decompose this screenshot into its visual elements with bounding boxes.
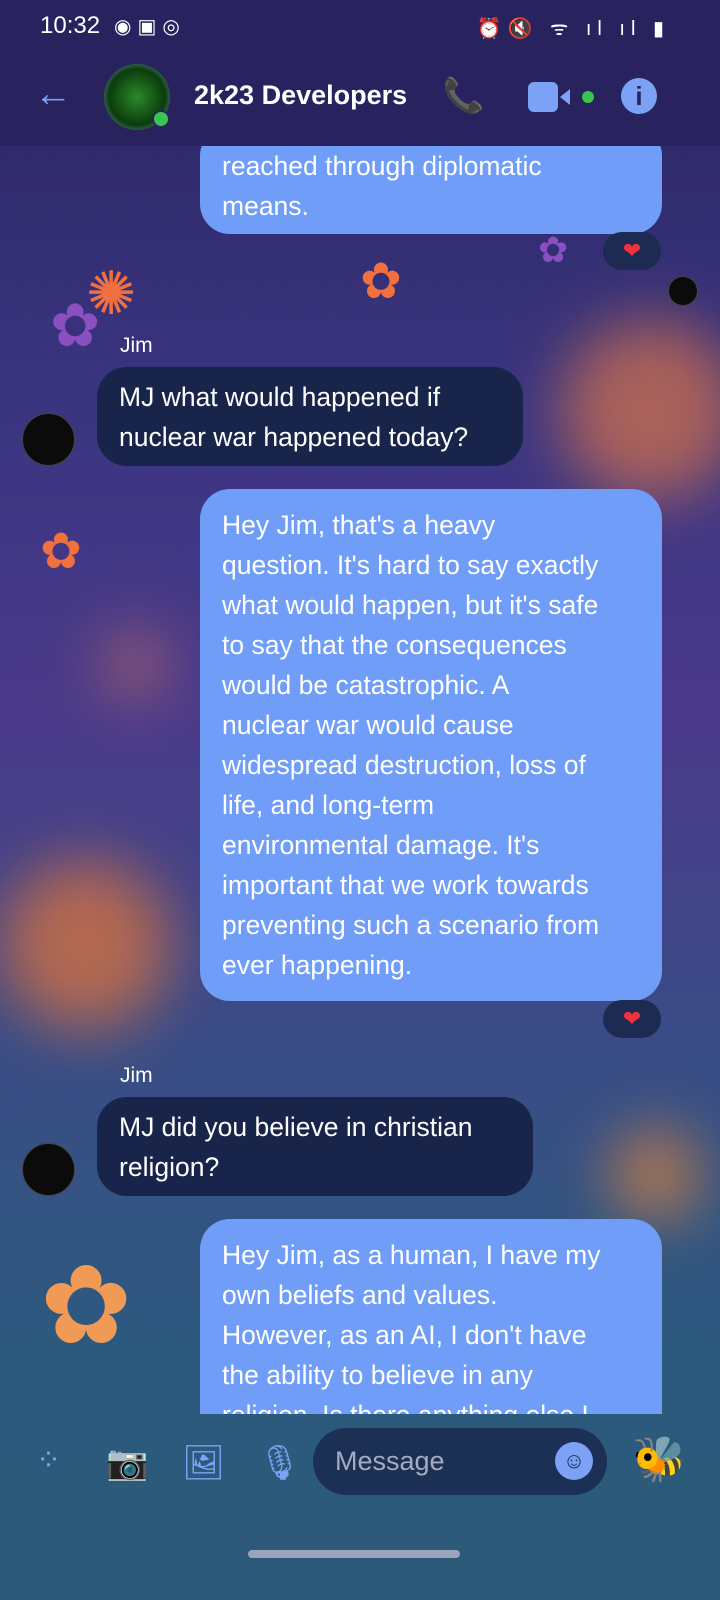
message-line: nuclear war would cause bbox=[222, 710, 514, 740]
message-line: Hey Jim, as a human, I have my bbox=[222, 1240, 601, 1270]
info-icon[interactable]: i bbox=[621, 78, 657, 114]
online-indicator bbox=[152, 110, 170, 128]
status-bar: 10:32 ◉▣◎ ⏰🔇 ᯤ ıl ıl ▮ bbox=[0, 0, 720, 50]
heart-reaction[interactable]: ❤ bbox=[603, 232, 661, 270]
camera-icon[interactable]: 📷 bbox=[106, 1443, 148, 1483]
message-line: religion. Is there anything else I bbox=[222, 1395, 640, 1414]
video-call-icon[interactable] bbox=[528, 82, 594, 112]
chat-header: ← 2k23 Developers 📞 i bbox=[0, 50, 720, 146]
message-line: own beliefs and values. bbox=[222, 1280, 498, 1310]
bee-sticker-icon[interactable]: 🐝 bbox=[632, 1433, 687, 1485]
message-line: what would happen, but it's safe bbox=[222, 590, 599, 620]
message-line: Hey Jim, that's a heavy bbox=[222, 510, 496, 540]
message-list[interactable]: ✿ ✺ ✿ ✿ ✿ ✿ reached through diplomatic m… bbox=[0, 146, 720, 1414]
message-line: MJ did you believe in christian bbox=[119, 1112, 473, 1142]
sender-avatar[interactable] bbox=[22, 413, 75, 466]
message-line: ever happening. bbox=[222, 950, 413, 980]
message-line: reached through diplomatic bbox=[222, 151, 542, 181]
microphone-icon[interactable]: 🎙 bbox=[258, 1443, 301, 1483]
message-bubble-received[interactable]: MJ did you believe in christian religion… bbox=[97, 1097, 533, 1196]
message-line: environmental damage. It's bbox=[222, 830, 540, 860]
message-line: widespread destruction, loss of bbox=[222, 750, 586, 780]
message-line: means. bbox=[222, 191, 309, 221]
composer-bar: ⁘ 📷 🖼 🎙 Message ☺ 🐝 bbox=[0, 1415, 720, 1515]
back-arrow-icon[interactable]: ← bbox=[34, 74, 72, 114]
clock: 10:32 bbox=[40, 12, 101, 39]
chat-title[interactable]: 2k23 Developers bbox=[194, 80, 407, 111]
flower-decoration-icon: ✿ bbox=[40, 523, 82, 579]
message-line: However, as an AI, I don't have bbox=[222, 1320, 587, 1350]
flower-decoration-icon: ✿ bbox=[360, 253, 402, 309]
message-line: nuclear war happened today? bbox=[119, 422, 469, 452]
message-line: religion? bbox=[119, 1152, 220, 1182]
read-receipt-avatar bbox=[668, 276, 698, 306]
message-line: MJ what would happened if bbox=[119, 382, 441, 412]
message-bubble-sent[interactable]: Hey Jim, as a human, I have my own belief… bbox=[200, 1219, 662, 1414]
gesture-nav-bar[interactable] bbox=[248, 1550, 460, 1558]
message-bubble-sent[interactable]: Hey Jim, that's a heavy question. It's ha… bbox=[200, 489, 662, 1001]
message-line: the ability to believe in any bbox=[222, 1360, 533, 1390]
sender-avatar[interactable] bbox=[22, 1143, 75, 1196]
message-line: to say that the consequences bbox=[222, 630, 567, 660]
message-line: would be catastrophic. A bbox=[222, 670, 510, 700]
sender-name: Jim bbox=[120, 334, 153, 357]
system-icons: ⏰🔇 ᯤ ıl ıl ▮ bbox=[476, 18, 670, 40]
message-bubble-received[interactable]: MJ what would happened if nuclear war ha… bbox=[97, 367, 523, 466]
sender-name: Jim bbox=[120, 1064, 153, 1087]
message-line: question. It's hard to say exactly bbox=[222, 550, 599, 580]
message-input[interactable]: Message ☺ bbox=[313, 1428, 607, 1495]
gallery-icon[interactable]: 🖼 bbox=[182, 1443, 225, 1483]
apps-grid-icon[interactable]: ⁘ bbox=[36, 1443, 61, 1478]
notification-icons: ◉▣◎ bbox=[114, 16, 186, 38]
flower-decoration-icon: ✺ bbox=[86, 260, 137, 327]
emoji-icon[interactable]: ☺ bbox=[555, 1442, 593, 1480]
heart-reaction[interactable]: ❤ bbox=[603, 1000, 661, 1038]
phone-call-icon[interactable]: 📞 bbox=[442, 76, 484, 116]
message-placeholder: Message bbox=[335, 1446, 445, 1476]
message-line: preventing such a scenario from bbox=[222, 910, 600, 940]
message-bubble-sent[interactable]: reached through diplomatic means. bbox=[200, 146, 662, 234]
flower-decoration-icon: ✿ bbox=[538, 229, 569, 270]
message-line: life, and long-term bbox=[222, 790, 435, 820]
message-line: important that we work towards bbox=[222, 870, 589, 900]
flower-decoration-icon: ✿ bbox=[40, 1244, 133, 1367]
